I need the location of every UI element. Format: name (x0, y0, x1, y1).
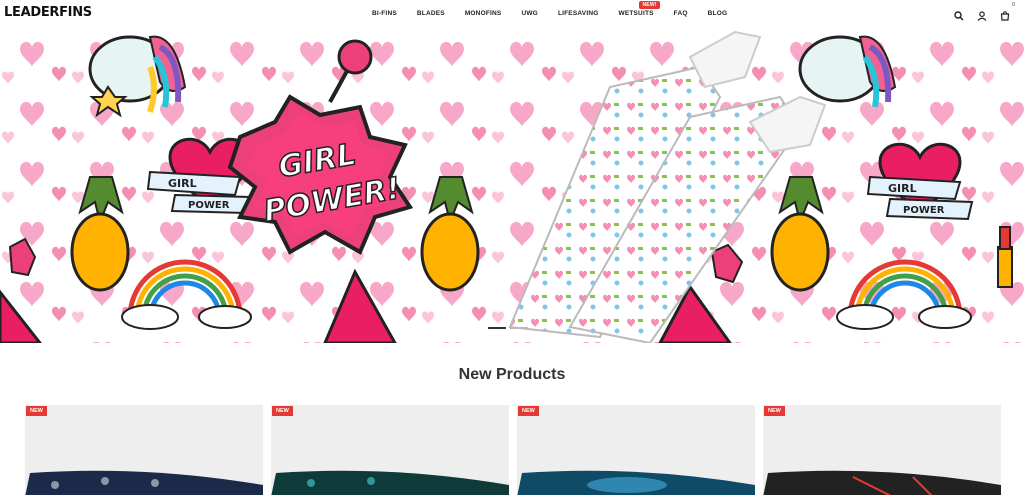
ribbon-text-right-1: GIRL (888, 182, 917, 195)
lipstick (997, 246, 1013, 288)
site-header: LEADERFINS BI-FINS BLADES MONOFINS UWG L… (0, 0, 1024, 27)
new-badge: NEW (764, 406, 785, 416)
product-image (25, 470, 263, 495)
product-image (763, 470, 1001, 495)
nav-item-blog[interactable]: BLOG (708, 10, 728, 17)
nav-item-wetsuits[interactable]: WETSUITS NEW! (618, 1, 660, 17)
slider-dot (510, 327, 528, 329)
header-icons: 0 (954, 2, 1015, 21)
product-card[interactable]: NEW (763, 405, 1001, 495)
product-card[interactable]: NEW (517, 405, 755, 495)
ribbon-text-left-1: GIRL (168, 177, 197, 190)
nav-item-faq[interactable]: FAQ (674, 10, 688, 17)
ribbon-text-right-2: POWER (903, 205, 945, 216)
hero-banner[interactable]: GIRL POWER GIRL POWER! GIRL POWER (0, 27, 1024, 343)
nav-item-bi-fins[interactable]: BI-FINS (372, 10, 397, 17)
slider-dot-active (488, 327, 506, 329)
cart-count: 0 (1012, 2, 1015, 8)
section-title-new-products: New Products (458, 366, 566, 383)
nav-item-lifesaving[interactable]: LIFESAVING (558, 10, 599, 17)
product-image (271, 470, 509, 495)
nav-item-monofins[interactable]: MONOFINS (465, 10, 502, 17)
ribbon-text-left-2: POWER (188, 200, 230, 211)
product-card[interactable]: NEW (25, 405, 263, 495)
search-icon[interactable] (954, 8, 964, 21)
cart-icon[interactable]: 0 (1000, 2, 1015, 21)
new-badge: NEW (518, 406, 539, 416)
hero-illustration: GIRL POWER GIRL POWER! GIRL POWER (0, 27, 1024, 343)
nav-item-wetsuits-label: WETSUITS (618, 10, 654, 17)
new-badge: NEW (26, 406, 47, 416)
nav-item-blades[interactable]: BLADES (417, 10, 445, 17)
new-badge: NEW (272, 406, 293, 416)
new-badge: NEW! (639, 1, 660, 9)
main-nav: BI-FINS BLADES MONOFINS UWG LIFESAVING W… (372, 1, 747, 17)
user-icon[interactable] (977, 8, 987, 21)
product-image (517, 470, 755, 495)
nav-item-uwg[interactable]: UWG (521, 10, 538, 17)
brand-logo[interactable]: LEADERFINS (4, 5, 92, 20)
product-card[interactable]: NEW (271, 405, 509, 495)
